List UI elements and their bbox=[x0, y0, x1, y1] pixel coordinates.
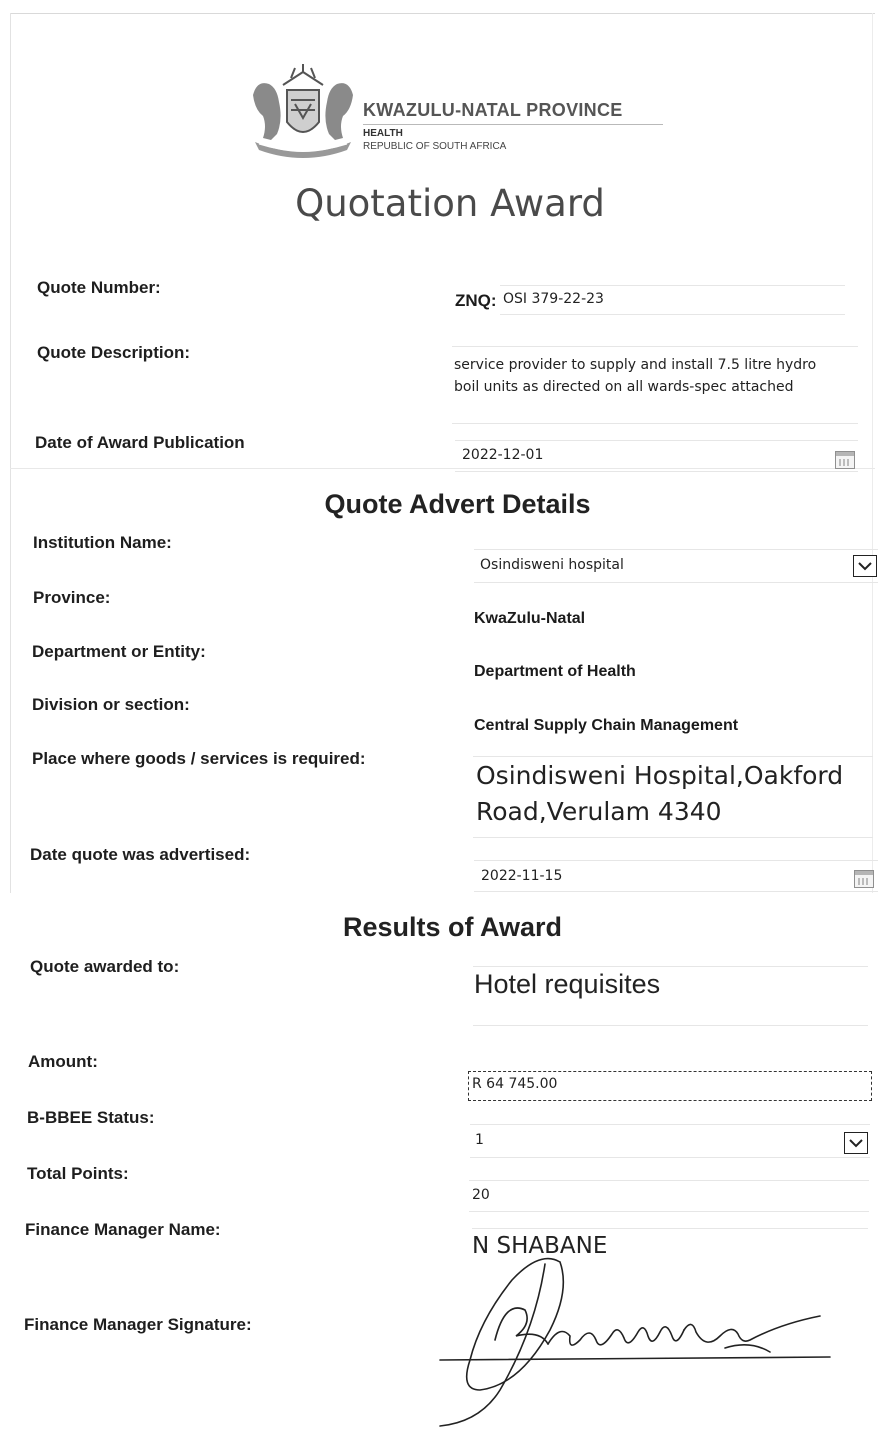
department-label: Department or Entity: bbox=[32, 642, 206, 661]
advertised-date-value: 2022-11-15 bbox=[481, 868, 563, 884]
amount-label: Amount: bbox=[28, 1052, 98, 1071]
bbbee-value: 1 bbox=[475, 1132, 484, 1148]
results-heading: Results of Award bbox=[342, 912, 563, 942]
awarded-to-value: Hotel requisites bbox=[474, 969, 661, 999]
coat-of-arms-icon bbox=[243, 60, 363, 162]
advertised-date-field[interactable]: 2022-11-15 bbox=[474, 860, 878, 892]
award-date-value: 2022-12-01 bbox=[462, 447, 544, 463]
page-border-top bbox=[10, 13, 875, 14]
page-border-left bbox=[10, 13, 11, 893]
advert-details-heading: Quote Advert Details bbox=[324, 489, 591, 519]
quote-description-line1: service provider to supply and install 7… bbox=[454, 357, 817, 373]
department-value: Department of Health bbox=[474, 663, 636, 680]
advertised-date-label: Date quote was advertised: bbox=[30, 845, 251, 864]
division-value: Central Supply Chain Management bbox=[474, 717, 739, 734]
quote-description-label: Quote Description: bbox=[37, 343, 191, 362]
org-title-rule bbox=[363, 124, 663, 125]
awarded-to-field[interactable]: Hotel requisites bbox=[473, 966, 868, 1026]
bbbee-label: B-BBEE Status: bbox=[27, 1108, 155, 1127]
calendar-icon[interactable] bbox=[854, 870, 874, 888]
place-line2: Road,Verulam 4340 bbox=[476, 797, 722, 826]
quote-description-line2: boil units as directed on all wards-spec… bbox=[454, 379, 794, 395]
place-label: Place where goods / services is required… bbox=[32, 749, 366, 768]
total-points-label: Total Points: bbox=[27, 1164, 129, 1183]
chevron-down-icon[interactable] bbox=[853, 555, 877, 577]
province-value: KwaZulu-Natal bbox=[474, 610, 586, 627]
quote-number-value: OSI 379-22-23 bbox=[503, 291, 604, 307]
awarded-to-label: Quote awarded to: bbox=[30, 957, 180, 976]
finance-manager-name-label: Finance Manager Name: bbox=[25, 1220, 221, 1239]
org-subtitle-health: HEALTH bbox=[363, 128, 403, 139]
quote-number-prefix: ZNQ: bbox=[455, 291, 497, 310]
quote-number-label: Quote Number: bbox=[37, 278, 161, 297]
award-date-label: Date of Award Publication bbox=[35, 433, 245, 452]
amount-field[interactable]: R 64 745.00 bbox=[468, 1071, 872, 1101]
award-date-field[interactable]: 2022-12-01 bbox=[455, 440, 858, 472]
institution-label: Institution Name: bbox=[33, 533, 172, 552]
province-label: Province: bbox=[33, 588, 111, 607]
institution-select[interactable]: Osindisweni hospital bbox=[474, 549, 878, 583]
division-label: Division or section: bbox=[32, 695, 190, 714]
quote-description-field[interactable]: service provider to supply and install 7… bbox=[452, 346, 858, 424]
total-points-field[interactable]: 20 bbox=[469, 1180, 869, 1212]
quote-number-field[interactable]: OSI 379-22-23 bbox=[500, 285, 845, 315]
page-title: Quotation Award bbox=[295, 182, 605, 225]
place-field[interactable]: Osindisweni Hospital,Oakford Road,Verula… bbox=[473, 756, 873, 838]
place-line1: Osindisweni Hospital,Oakford bbox=[476, 761, 844, 790]
finance-manager-signature-label: Finance Manager Signature: bbox=[24, 1315, 252, 1334]
signature-icon bbox=[420, 1240, 840, 1428]
amount-value: R 64 745.00 bbox=[472, 1076, 558, 1092]
institution-value: Osindisweni hospital bbox=[480, 557, 624, 573]
chevron-down-icon[interactable] bbox=[844, 1132, 868, 1154]
bbbee-select[interactable]: 1 bbox=[470, 1124, 870, 1158]
org-title: KWAZULU-NATAL PROVINCE bbox=[363, 100, 623, 120]
org-subtitle-country: REPUBLIC OF SOUTH AFRICA bbox=[363, 141, 507, 152]
total-points-value: 20 bbox=[472, 1187, 490, 1203]
calendar-icon[interactable] bbox=[835, 451, 855, 469]
